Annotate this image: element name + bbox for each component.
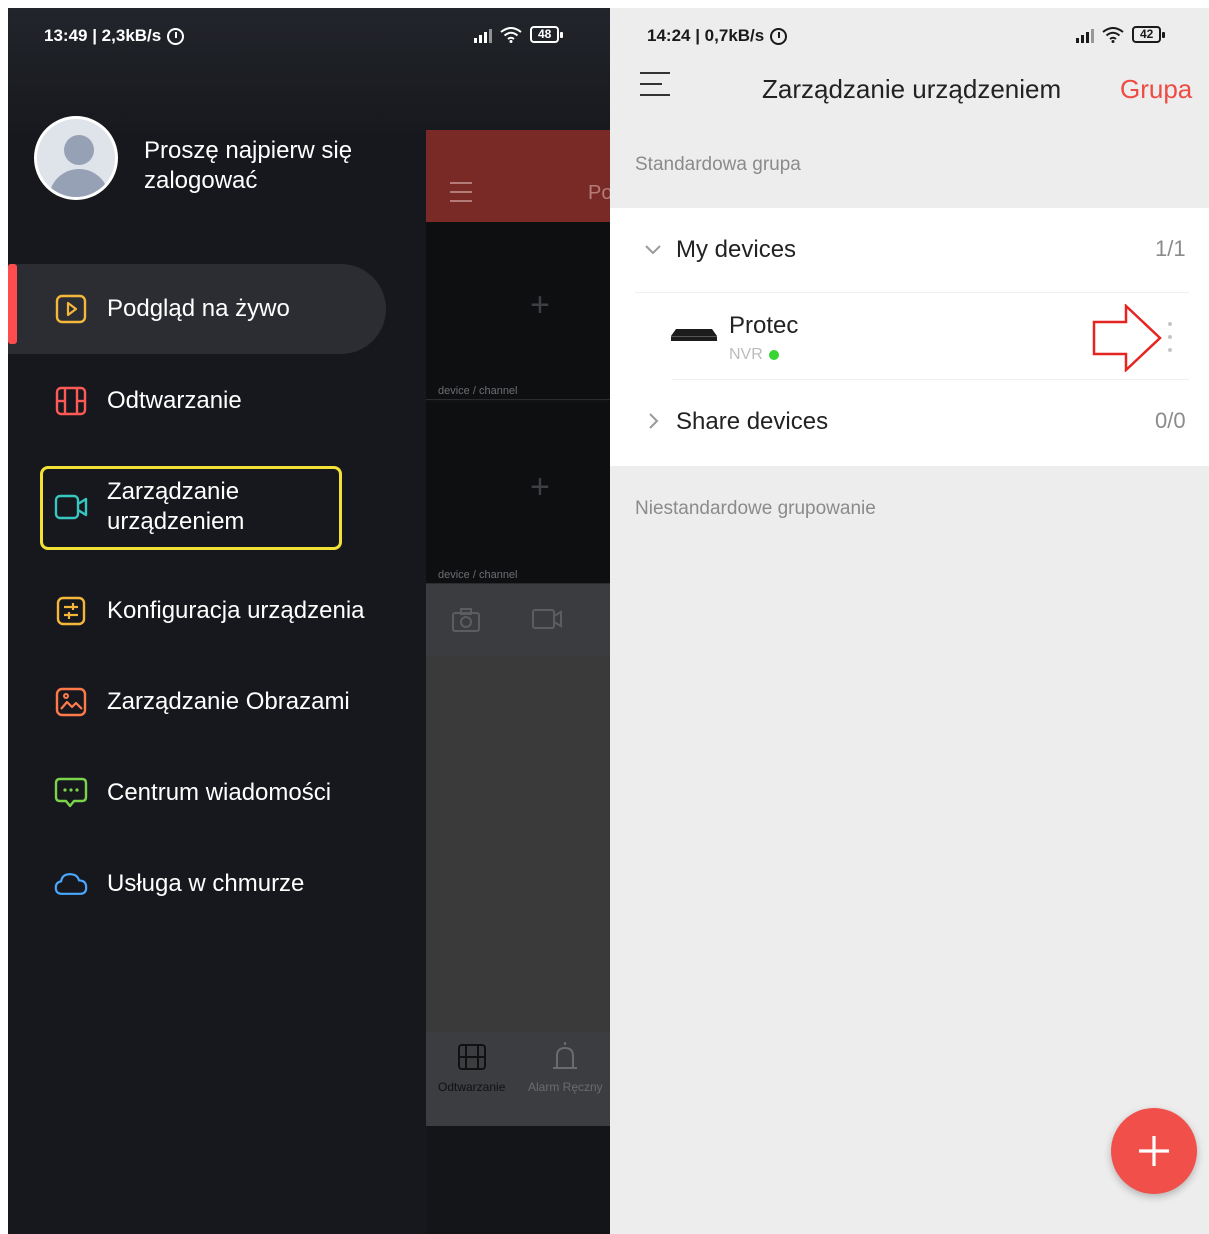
menu-item-message-center[interactable]: Centrum wiadomości — [8, 750, 426, 836]
pane-label: device / channel — [438, 569, 518, 581]
left-phone-screen: 13:49 | 2,3kB/s 48 Po + device / channel… — [8, 8, 610, 1234]
add-channel-icon[interactable]: + — [530, 468, 550, 507]
divider — [635, 292, 1189, 293]
status-indicators-right: 42 — [1076, 26, 1166, 43]
film-icon — [54, 384, 88, 418]
avatar[interactable] — [34, 116, 118, 200]
ptz-area — [426, 656, 610, 1032]
image-icon — [54, 685, 88, 719]
record-video-icon[interactable] — [532, 608, 562, 630]
status-bar-right: 14:24 | 0,7kB/s — [647, 26, 788, 46]
chevron-down-icon — [645, 245, 661, 255]
page-title: Zarządzanie urządzeniem — [762, 74, 1062, 104]
custom-group-label: Niestandardowe grupowanie — [635, 498, 876, 519]
background-title: Po — [588, 182, 610, 204]
online-status-dot — [768, 350, 779, 360]
wifi-icon — [500, 26, 522, 43]
menu-item-image-management[interactable]: Zarządzanie Obrazami — [8, 659, 426, 745]
add-channel-icon[interactable]: + — [530, 286, 550, 325]
menu-item-label: Konfiguracja urządzenia — [107, 597, 365, 624]
navigation-drawer: Proszę najpierw się zalogować Podgląd na… — [8, 8, 426, 1234]
group-count: 0/0 — [1155, 408, 1186, 433]
background-bottom — [426, 1126, 610, 1234]
menu-item-live-view[interactable]: Podgląd na żywo — [8, 266, 426, 352]
group-name: Share devices — [676, 408, 829, 435]
highlight-box — [40, 466, 342, 550]
battery-indicator: 48 — [530, 26, 564, 43]
tab-manual-alarm[interactable]: Alarm Ręczny — [528, 1080, 603, 1094]
menu-item-label: Centrum wiadomości — [107, 779, 332, 806]
play-square-icon — [54, 292, 88, 326]
battery-indicator: 42 — [1132, 26, 1166, 43]
signal-icon — [1076, 27, 1094, 43]
bottom-tabs: Odtwarzanie Alarm Ręczny — [426, 1032, 610, 1126]
menu-item-label: Usługa w chmurze — [107, 870, 305, 897]
menu-item-label: Odtwarzanie — [107, 387, 242, 414]
camera-snapshot-icon[interactable] — [452, 608, 480, 632]
login-prompt[interactable]: Proszę najpierw się zalogować — [144, 136, 384, 196]
right-phone-screen: 14:24 | 0,7kB/s 42 Zarządzanie urządzeni… — [610, 8, 1209, 1234]
group-count: 1/1 — [1155, 236, 1186, 261]
chat-icon — [54, 776, 88, 810]
plus-icon — [1139, 1136, 1169, 1166]
video-pane[interactable]: + device / channel — [426, 402, 610, 584]
menu-item-cloud-service[interactable]: Usługa w chmurze — [8, 841, 426, 927]
sliders-icon — [54, 594, 88, 628]
film-icon[interactable] — [458, 1044, 486, 1070]
menu-icon[interactable] — [640, 72, 670, 100]
status-indicators-left: 48 — [474, 26, 564, 43]
chevron-right-icon — [649, 413, 659, 429]
video-pane[interactable]: + device / channel — [426, 222, 610, 400]
device-name: Protec — [729, 312, 799, 339]
signal-icon — [474, 27, 492, 43]
alarm-icon — [770, 27, 788, 45]
background-header: Po — [426, 130, 610, 222]
group-row-my-devices[interactable]: My devices 1/1 — [610, 208, 1209, 292]
arrow-right-annotation-icon — [1092, 304, 1162, 372]
add-device-button[interactable] — [1111, 1108, 1197, 1194]
status-time: 14:24 | 0,7kB/s — [647, 26, 765, 45]
background-live-view: Po + device / channel + device / channel… — [426, 130, 610, 1234]
menu-item-playback[interactable]: Odtwarzanie — [8, 358, 426, 444]
nvr-device-icon — [671, 329, 717, 341]
alarm-siren-icon[interactable] — [550, 1042, 580, 1070]
menu-item-device-config[interactable]: Konfiguracja urządzenia — [8, 568, 426, 654]
tab-playback[interactable]: Odtwarzanie — [438, 1080, 505, 1094]
cloud-icon — [54, 867, 88, 901]
menu-item-label: Zarządzanie Obrazami — [107, 688, 350, 715]
menu-icon[interactable] — [450, 182, 472, 202]
device-type-label: NVR — [729, 346, 763, 363]
wifi-icon — [1102, 26, 1124, 43]
device-type: NVR — [729, 346, 779, 364]
toolbar — [426, 584, 610, 656]
screenshot-root: 13:49 | 2,3kB/s 48 Po + device / channel… — [0, 0, 1209, 1234]
standard-group-label: Standardowa grupa — [635, 154, 801, 175]
pane-label: device / channel — [438, 385, 518, 397]
group-row-share-devices[interactable]: Share devices 0/0 — [610, 380, 1209, 464]
more-options-icon[interactable] — [1164, 322, 1176, 352]
group-name: My devices — [676, 236, 797, 263]
menu-item-label: Podgląd na żywo — [107, 295, 290, 322]
group-button[interactable]: Grupa — [1120, 74, 1192, 105]
